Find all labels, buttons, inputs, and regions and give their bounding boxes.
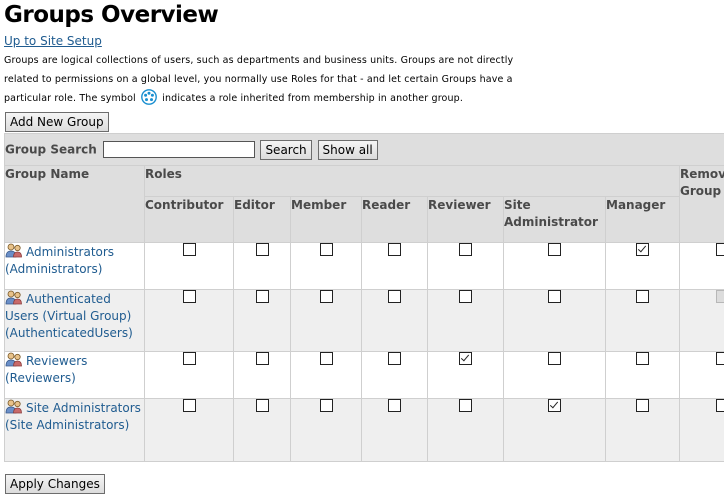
role-checkbox-reader[interactable] <box>388 399 401 412</box>
role-checkbox-reviewer[interactable] <box>459 290 472 303</box>
remove-group-checkbox[interactable] <box>715 352 724 365</box>
header-row-1: Group Name Roles Remove Group <box>4 165 724 243</box>
group-icon <box>5 290 22 305</box>
role-checkbox-reviewer[interactable] <box>459 399 472 412</box>
role-header-manager: Manager <box>605 196 680 243</box>
role-checkbox-manager[interactable] <box>636 352 649 365</box>
group-search-row: Group Search Search Show all <box>4 133 724 166</box>
inherited-role-icon <box>141 89 157 105</box>
search-button[interactable]: Search <box>260 139 312 160</box>
page-description: Groups are logical collections of users,… <box>4 51 534 108</box>
up-to-site-setup-link[interactable]: Up to Site Setup <box>4 34 102 48</box>
description-text-2: indicates a role inherited from membersh… <box>162 93 464 104</box>
role-header-reader: Reader <box>361 196 428 243</box>
role-checkbox-contributor[interactable] <box>182 352 196 365</box>
role-checkbox-contributor[interactable] <box>182 290 196 303</box>
group-search-input[interactable] <box>102 141 255 158</box>
role-checkbox-site-administrator[interactable] <box>548 399 561 412</box>
role-checkbox-contributor[interactable] <box>182 399 196 412</box>
group-rows: Administrators (Administrators) Authentic… <box>4 242 724 462</box>
role-checkbox-manager[interactable] <box>636 290 649 303</box>
role-checkbox-site-administrator[interactable] <box>548 352 561 365</box>
remove-group-checkbox <box>715 290 724 303</box>
group-icon <box>5 399 22 414</box>
groups-table: Group Search Search Show all Group Name … <box>4 133 724 462</box>
role-checkbox-editor[interactable] <box>255 290 269 303</box>
roles-header: Roles <box>144 165 680 197</box>
role-checkbox-reader[interactable] <box>388 290 401 303</box>
role-header-member: Member <box>290 196 362 243</box>
group-name-link[interactable]: Site Administrators (Site Administrators… <box>5 401 141 432</box>
role-checkbox-member[interactable] <box>319 399 333 412</box>
role-checkbox-contributor[interactable] <box>182 243 196 256</box>
table-row: Administrators (Administrators) <box>4 242 724 290</box>
role-checkbox-member[interactable] <box>319 243 333 256</box>
role-checkbox-editor[interactable] <box>255 399 269 412</box>
role-header-contributor: Contributor <box>144 196 234 243</box>
page-title: Groups Overview <box>4 2 219 28</box>
remove-group-checkbox[interactable] <box>715 399 724 412</box>
role-checkbox-site-administrator[interactable] <box>548 243 561 256</box>
role-checkbox-manager[interactable] <box>636 399 649 412</box>
apply-changes-button[interactable]: Apply Changes <box>5 474 105 494</box>
role-checkbox-member[interactable] <box>319 352 333 365</box>
remove-group-checkbox[interactable] <box>715 243 724 256</box>
role-checkbox-editor[interactable] <box>255 352 269 365</box>
group-search-label: Group Search <box>5 142 97 156</box>
group-icon <box>5 243 22 258</box>
role-checkbox-reviewer[interactable] <box>459 352 472 365</box>
role-checkbox-reader[interactable] <box>388 243 401 256</box>
show-all-button[interactable]: Show all <box>317 139 378 160</box>
role-checkbox-reviewer[interactable] <box>459 243 472 256</box>
add-new-group-button[interactable]: Add New Group <box>5 112 109 132</box>
role-checkbox-reader[interactable] <box>388 352 401 365</box>
remove-group-header: Remove Group <box>678 165 724 243</box>
role-checkbox-member[interactable] <box>319 290 333 303</box>
role-checkbox-site-administrator[interactable] <box>548 290 561 303</box>
role-header-site-administrator: Site Administrator <box>503 196 606 243</box>
group-name-link[interactable]: Authenticated Users (Virtual Group) (Aut… <box>5 292 133 340</box>
role-header-reviewer: Reviewer <box>427 196 504 243</box>
group-icon <box>5 352 22 367</box>
table-row: Reviewers (Reviewers) <box>4 351 724 399</box>
role-checkbox-editor[interactable] <box>255 243 269 256</box>
role-header-editor: Editor <box>233 196 291 243</box>
group-name-header: Group Name <box>4 165 145 243</box>
role-checkbox-manager[interactable] <box>636 243 649 256</box>
groups-table-container: Group Search Search Show all Group Name … <box>4 133 724 463</box>
table-row: Authenticated Users (Virtual Group) (Aut… <box>4 289 724 352</box>
table-row: Site Administrators (Site Administrators… <box>4 398 724 462</box>
